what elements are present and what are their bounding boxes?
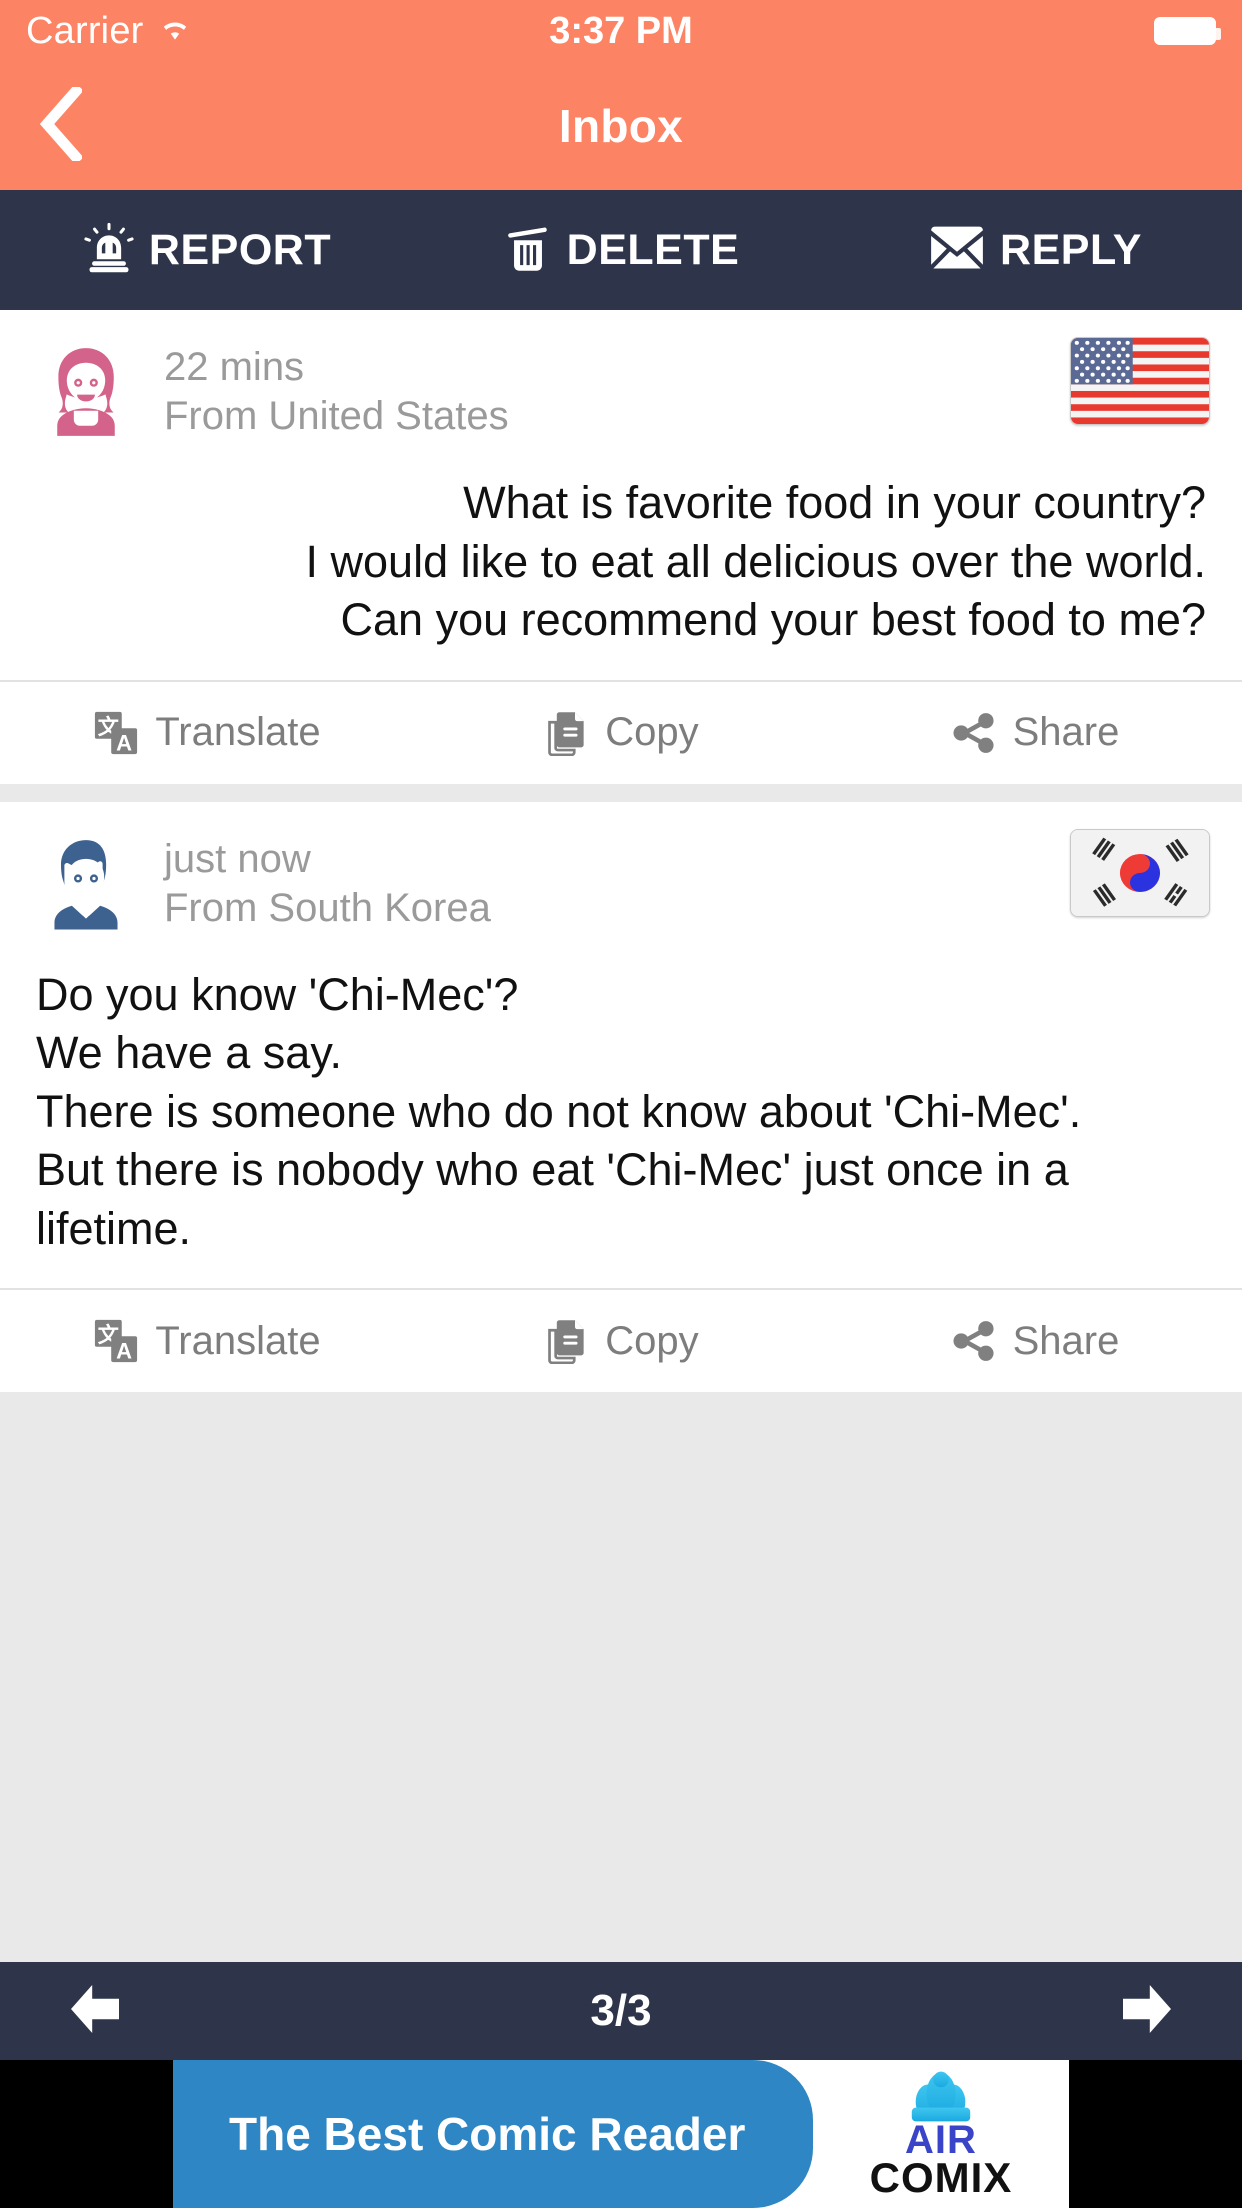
translate-button-label: Translate	[155, 1318, 321, 1363]
delete-button-label: DELETE	[566, 225, 740, 274]
status-bar-left: Carrier	[26, 10, 192, 53]
app-screen: Carrier 3:37 PM Inbox REPORT DELETE REPL…	[0, 0, 1242, 2208]
copy-button-label: Copy	[605, 710, 699, 754]
message-card: just now From South Korea Do you know 'C…	[0, 801, 1242, 1392]
message-thread-scroll[interactable]: 22 mins From United States What is favor…	[0, 310, 1242, 1962]
previous-page-button[interactable]	[0, 1962, 190, 2060]
message-actions: 文 A Translate Copy Share	[0, 679, 1242, 784]
share-button[interactable]: Share	[828, 1290, 1242, 1392]
sender-meta: just now From South Korea	[164, 835, 491, 933]
message-text: What is favorite food in your country? I…	[305, 477, 1206, 645]
flag-south-korea	[1070, 828, 1210, 917]
next-page-button[interactable]	[1052, 1962, 1242, 2060]
arrow-right-icon	[1119, 1982, 1175, 2041]
ad-logo: AIR COMIX	[813, 2060, 1069, 2208]
ad-banner[interactable]: The Best Comic Reader AIR COMIX	[0, 2060, 1242, 2208]
share-button-label: Share	[1012, 1318, 1120, 1363]
copy-button-label: Copy	[605, 1318, 699, 1363]
message-action-toolbar: REPORT DELETE REPLY	[0, 190, 1242, 310]
share-nodes-icon	[951, 710, 997, 756]
pagination-bar: 3/3	[0, 1962, 1242, 2060]
page-title: Inbox	[558, 100, 684, 152]
wifi-icon	[158, 16, 192, 47]
chevron-left-icon	[38, 82, 84, 166]
copy-document-icon	[543, 1318, 589, 1364]
status-bar-right	[1154, 17, 1221, 45]
flag-united-states	[1070, 337, 1210, 425]
translate-icon: 文 A	[93, 710, 139, 756]
carrier-label: Carrier	[26, 9, 144, 52]
message-card: 22 mins From United States What is favor…	[0, 310, 1242, 784]
arrow-left-icon	[67, 1982, 123, 2041]
copy-button[interactable]: Copy	[414, 1290, 828, 1392]
translate-button-label: Translate	[155, 710, 321, 754]
report-button[interactable]: REPORT	[0, 190, 414, 310]
translate-icon: 文 A	[93, 1318, 139, 1364]
share-button[interactable]: Share	[828, 682, 1242, 784]
male-avatar-icon	[34, 832, 138, 936]
share-nodes-icon	[951, 1318, 997, 1364]
translate-button[interactable]: 文 A Translate	[0, 682, 414, 784]
trash-icon	[503, 222, 553, 279]
status-bar: Carrier 3:37 PM	[0, 0, 1242, 62]
share-button-label: Share	[1012, 710, 1120, 754]
ad-content[interactable]: The Best Comic Reader AIR COMIX	[173, 2060, 1069, 2208]
message-time: 22 mins	[164, 345, 305, 390]
message-time: just now	[164, 836, 311, 881]
ad-headline: The Best Comic Reader	[229, 2108, 746, 2160]
navigation-bar: Inbox	[0, 62, 1242, 190]
translate-button[interactable]: 文 A Translate	[0, 1290, 414, 1392]
card-separator	[0, 783, 1242, 802]
female-avatar-icon	[34, 340, 138, 444]
back-button[interactable]	[24, 82, 96, 166]
svg-text:A: A	[116, 730, 132, 755]
message-header: 22 mins From United States	[0, 310, 1242, 452]
svg-text:A: A	[116, 1338, 132, 1363]
ad-brand-bottom: COMIX	[869, 2153, 1013, 2201]
envelope-icon	[928, 224, 986, 277]
delete-button[interactable]: DELETE	[414, 190, 828, 310]
page-counter: 3/3	[590, 1986, 652, 2035]
siren-icon	[83, 222, 135, 279]
message-actions: 文 A Translate Copy Share	[0, 1288, 1242, 1392]
ad-headline-panel: The Best Comic Reader	[173, 2060, 813, 2208]
message-origin: From United States	[164, 394, 509, 438]
message-header: just now From South Korea	[0, 802, 1242, 944]
copy-button[interactable]: Copy	[414, 682, 828, 784]
reply-button[interactable]: REPLY	[828, 190, 1242, 310]
report-button-label: REPORT	[148, 225, 332, 274]
copy-document-icon	[543, 710, 589, 756]
message-origin: From South Korea	[164, 885, 491, 930]
sender-meta: 22 mins From United States	[164, 343, 509, 441]
battery-full-icon	[1154, 17, 1221, 45]
reply-button-label: REPLY	[1000, 225, 1142, 274]
message-text: Do you know 'Chi-Mec'? We have a say. Th…	[36, 968, 1082, 1254]
